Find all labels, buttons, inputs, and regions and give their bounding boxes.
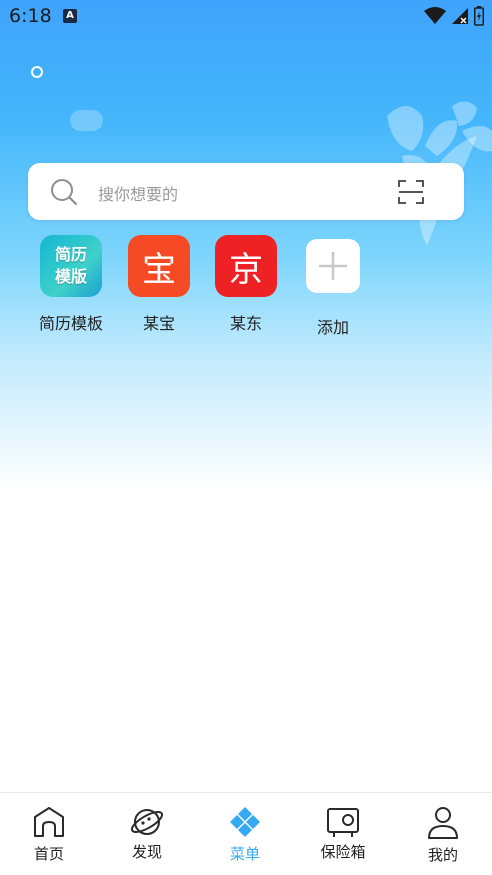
wifi-icon bbox=[424, 7, 446, 24]
notification-icon: A bbox=[63, 9, 77, 23]
menu-diamond-icon bbox=[230, 807, 260, 837]
resume-template-icon: 简历 模版 bbox=[40, 235, 102, 297]
shortcut-add[interactable]: 添加 bbox=[289, 235, 377, 338]
search-icon bbox=[51, 179, 78, 206]
decorative-circle bbox=[31, 66, 43, 78]
planet-icon bbox=[130, 809, 164, 835]
nav-label-discover: 发现 bbox=[131, 843, 162, 861]
scan-icon[interactable] bbox=[398, 179, 424, 205]
nav-profile[interactable]: 我的 bbox=[394, 793, 492, 875]
nav-home[interactable]: 首页 bbox=[0, 793, 98, 875]
search-placeholder: 搜你想要的 bbox=[98, 185, 179, 204]
battery-icon bbox=[474, 6, 484, 26]
nav-label-menu: 菜单 bbox=[229, 845, 260, 863]
tile-text-line2: 模版 bbox=[54, 267, 87, 286]
profile-icon bbox=[428, 807, 458, 839]
nav-label-home: 首页 bbox=[33, 845, 64, 863]
status-icons bbox=[424, 6, 484, 26]
nav-discover[interactable]: 发现 bbox=[98, 793, 196, 875]
shortcut-label: 某东 bbox=[229, 314, 262, 333]
signal-icon bbox=[452, 8, 468, 24]
shortcut-label: 简历模板 bbox=[38, 314, 103, 333]
status-bar: 6:18 A bbox=[0, 0, 492, 34]
bottom-navigation: 首页 发现 菜单 保险箱 我的 bbox=[0, 792, 492, 875]
shortcut-label: 某宝 bbox=[142, 314, 175, 333]
search-bar[interactable]: 搜你想要的 bbox=[28, 163, 464, 220]
status-time: 6:18 bbox=[9, 5, 52, 27]
shortcut-jing[interactable]: 京 某东 bbox=[202, 235, 290, 334]
nav-menu[interactable]: 菜单 bbox=[196, 793, 294, 875]
decorative-pill bbox=[70, 110, 103, 131]
home-icon bbox=[34, 807, 64, 837]
nav-label-safe: 保险箱 bbox=[320, 843, 366, 861]
jing-app-icon: 京 bbox=[215, 235, 277, 297]
nav-label-profile: 我的 bbox=[427, 846, 458, 864]
shortcut-bao[interactable]: 宝 某宝 bbox=[115, 235, 203, 334]
safe-icon bbox=[327, 808, 359, 837]
add-icon bbox=[306, 239, 360, 293]
tile-text-line1: 简历 bbox=[54, 245, 87, 264]
shortcut-label: 添加 bbox=[316, 318, 349, 337]
bao-app-icon: 宝 bbox=[128, 235, 190, 297]
nav-safe[interactable]: 保险箱 bbox=[294, 793, 392, 875]
shortcut-resume-template[interactable]: 简历 模版 简历模板 bbox=[27, 235, 115, 334]
